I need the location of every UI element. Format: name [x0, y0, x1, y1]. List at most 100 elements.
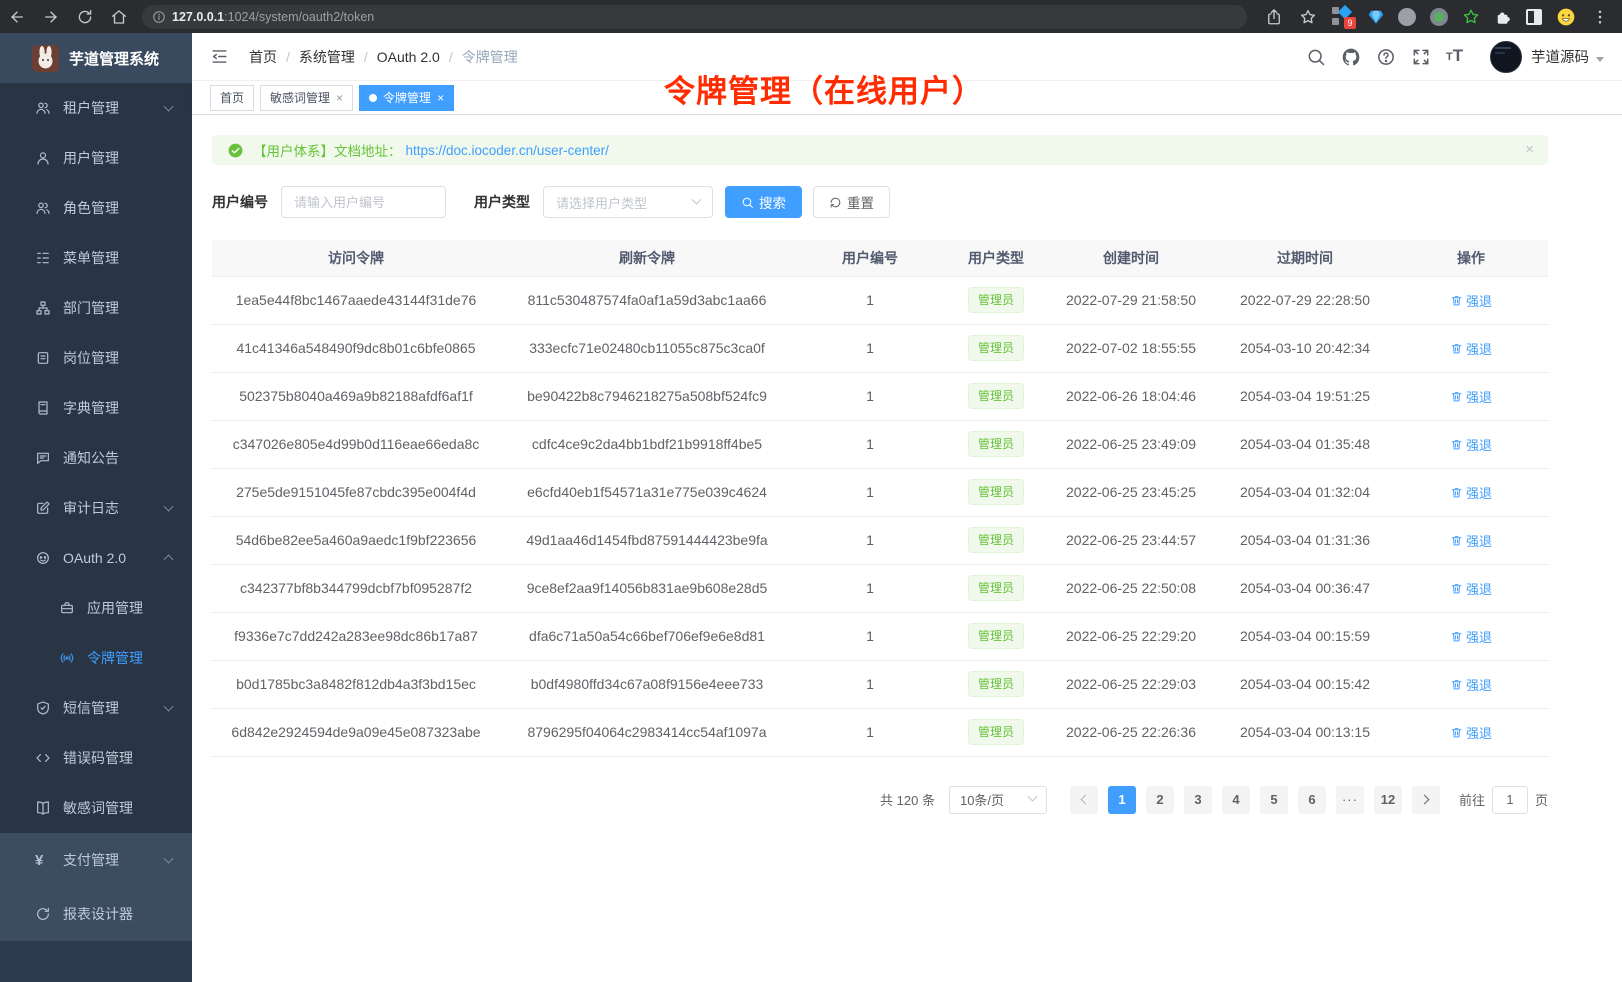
- back-icon[interactable]: [8, 8, 26, 26]
- gem-extension-icon[interactable]: [1368, 10, 1384, 24]
- sidebar-item[interactable]: 字典管理: [0, 383, 192, 433]
- select-chevron-icon: [692, 194, 702, 204]
- sidebar-item[interactable]: 角色管理: [0, 183, 192, 233]
- font-size-icon[interactable]: TT: [1446, 47, 1472, 67]
- force-logout-button[interactable]: 强退: [1450, 723, 1492, 742]
- fullscreen-icon[interactable]: [1411, 47, 1431, 67]
- sidebar-item[interactable]: 短信管理: [0, 683, 192, 733]
- force-logout-button[interactable]: 强退: [1450, 339, 1492, 358]
- chevron-icon: [164, 554, 174, 564]
- sidebar-item[interactable]: 部门管理: [0, 283, 192, 333]
- view-tab[interactable]: 敏感词管理 ×: [260, 85, 353, 111]
- forward-icon[interactable]: [42, 8, 60, 26]
- user-menu-caret-icon[interactable]: [1596, 57, 1604, 62]
- page-button[interactable]: 6: [1298, 786, 1326, 814]
- sidebar-item[interactable]: 审计日志: [0, 483, 192, 533]
- info-icon[interactable]: [152, 10, 166, 24]
- force-logout-button[interactable]: 强退: [1450, 435, 1492, 454]
- green-dot-extension-icon[interactable]: [1430, 8, 1448, 26]
- prev-page-button[interactable]: [1070, 786, 1098, 814]
- goto-page-input[interactable]: [1492, 786, 1528, 814]
- sidebar-item[interactable]: 敏感词管理: [0, 783, 192, 833]
- extensions-puzzle-icon[interactable]: [1494, 8, 1512, 26]
- page-button[interactable]: 2: [1146, 786, 1174, 814]
- page-button[interactable]: 12: [1374, 786, 1402, 814]
- chevron-icon: [164, 854, 174, 864]
- view-tab[interactable]: 首页: [210, 85, 254, 111]
- sidebar-item[interactable]: 岗位管理: [0, 333, 192, 383]
- sidebar-item[interactable]: 用户管理: [0, 133, 192, 183]
- logo-image: [32, 45, 59, 72]
- search-button[interactable]: 搜索: [725, 186, 802, 218]
- reset-button[interactable]: 重置: [813, 186, 890, 218]
- home-icon[interactable]: [110, 8, 128, 26]
- sidebar-menu: 租户管理 用户管理 角色管理: [0, 83, 192, 941]
- sidebar-item[interactable]: OAuth 2.0: [0, 533, 192, 583]
- bookmark-star-icon[interactable]: [1299, 8, 1317, 26]
- user-id-input[interactable]: [281, 186, 446, 218]
- access-token-cell: 41c41346a548490f9dc8b01c6bfe0865: [212, 324, 500, 372]
- create-time-cell: 2022-06-26 18:04:46: [1046, 372, 1216, 420]
- sidebar-item[interactable]: 通知公告: [0, 433, 192, 483]
- doc-link[interactable]: https://doc.iocoder.cn/user-center/: [406, 143, 609, 158]
- sidebar-item[interactable]: ¥ 支付管理: [0, 833, 192, 887]
- access-token-cell: b0d1785bc3a8482f812db4a3f3bd15ec: [212, 660, 500, 708]
- user-type-select[interactable]: 请选择用户类型: [543, 186, 713, 218]
- profile-avatar-icon[interactable]: [1556, 7, 1576, 27]
- expire-time-cell: 2054-03-04 19:51:25: [1216, 372, 1394, 420]
- robot-icon: [35, 550, 51, 566]
- force-logout-button[interactable]: 强退: [1450, 675, 1492, 694]
- user-id-cell: 1: [794, 660, 946, 708]
- extension-icon[interactable]: 9: [1332, 7, 1354, 27]
- force-logout-button[interactable]: 强退: [1450, 579, 1492, 598]
- magnifier-icon: [741, 196, 754, 209]
- reload-icon[interactable]: [76, 8, 94, 26]
- alert-close-icon[interactable]: ×: [1525, 142, 1534, 157]
- sidebar-item[interactable]: 报表设计器: [0, 887, 192, 941]
- user-name[interactable]: 芋道源码: [1531, 46, 1589, 67]
- collapse-sidebar-icon[interactable]: [210, 47, 229, 66]
- page-button[interactable]: 5: [1260, 786, 1288, 814]
- trash-icon: [1450, 294, 1463, 307]
- page-button[interactable]: ···: [1336, 786, 1364, 814]
- next-page-button[interactable]: [1412, 786, 1440, 814]
- sidebar-item[interactable]: 应用管理: [0, 583, 192, 633]
- sidebar-item[interactable]: 菜单管理: [0, 233, 192, 283]
- expire-time-cell: 2054-03-10 20:42:34: [1216, 324, 1394, 372]
- page-size-select[interactable]: 10条/页: [949, 786, 1047, 814]
- sidebar-item[interactable]: 租户管理: [0, 83, 192, 133]
- search-icon[interactable]: [1306, 47, 1326, 67]
- force-logout-button[interactable]: 强退: [1450, 531, 1492, 550]
- help-icon[interactable]: [1376, 47, 1396, 67]
- breadcrumb-item[interactable]: 系统管理: [299, 47, 355, 67]
- table-row: c342377bf8b344799dcbf7bf095287f2 9ce8ef2…: [212, 564, 1548, 612]
- force-logout-button[interactable]: 强退: [1450, 387, 1492, 406]
- breadcrumb-item[interactable]: OAuth 2.0: [377, 49, 440, 65]
- share-icon[interactable]: [1265, 8, 1283, 26]
- page-button[interactable]: 1: [1108, 786, 1136, 814]
- app-logo[interactable]: 芋道管理系统: [0, 33, 192, 83]
- close-tab-icon[interactable]: ×: [336, 92, 343, 104]
- force-logout-button[interactable]: 强退: [1450, 291, 1492, 310]
- breadcrumb-item[interactable]: 令牌管理: [462, 47, 518, 67]
- create-time-cell: 2022-06-25 22:29:20: [1046, 612, 1216, 660]
- browser-menu-icon[interactable]: [1591, 8, 1609, 26]
- side-panel-icon[interactable]: [1526, 9, 1542, 25]
- page-button[interactable]: 3: [1184, 786, 1212, 814]
- force-logout-button[interactable]: 强退: [1450, 483, 1492, 502]
- sidebar-item[interactable]: 错误码管理: [0, 733, 192, 783]
- breadcrumb-item[interactable]: 首页: [249, 47, 277, 67]
- close-tab-icon[interactable]: ×: [437, 92, 444, 104]
- trash-icon: [1450, 486, 1463, 499]
- view-tab[interactable]: 令牌管理 ×: [359, 85, 454, 111]
- github-icon[interactable]: [1341, 47, 1361, 67]
- refresh-token-cell: 8796295f04064c2983414cc54af1097a: [500, 708, 794, 756]
- user-type-badge: 管理员: [968, 719, 1024, 745]
- green-star-extension-icon[interactable]: [1462, 8, 1480, 26]
- gray-extension-icon[interactable]: [1398, 8, 1416, 26]
- user-avatar[interactable]: [1490, 41, 1522, 73]
- page-button[interactable]: 4: [1222, 786, 1250, 814]
- force-logout-button[interactable]: 强退: [1450, 627, 1492, 646]
- sidebar-item[interactable]: 令牌管理: [0, 633, 192, 683]
- address-bar[interactable]: 127.0.0.1:1024/system/oauth2/token: [142, 5, 1247, 29]
